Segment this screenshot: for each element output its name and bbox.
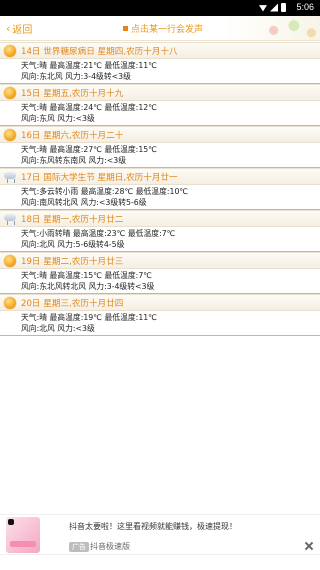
forecast-temps: 天气:多云转小雨 最高温度:28℃ 最低温度:10℃ [21, 186, 188, 197]
top-bar: ‹ 返回 点击某一行会发声 [0, 16, 320, 41]
weather-text: 天气:多云转小雨 [21, 187, 79, 196]
forecast-wind: 风向:南风转北风 风力:<3级转5-6级 [21, 198, 147, 207]
status-icons [259, 3, 286, 12]
forecast-date: 15日 星期五,农历十月十九 [21, 89, 124, 99]
ad-text: 抖音太要啦！这里看视频就能赚钱，极速提现！ [69, 522, 237, 531]
sun-icon [4, 45, 16, 57]
sun-icon [4, 255, 16, 267]
forecast-date: 19日 星期二,农历十月廿三 [21, 257, 124, 267]
back-button[interactable]: ‹ 返回 [6, 21, 32, 36]
forecast-row[interactable]: 15日 星期五,农历十月十九 天气:晴 最高温度:24℃ 最低温度:12℃ 风向… [0, 84, 320, 126]
ad-thumbnail [6, 517, 40, 553]
forecast-row[interactable]: 17日 国际大学生节 星期日,农历十月廿一 天气:多云转小雨 最高温度:28℃ … [0, 168, 320, 210]
ad-thumbnail-bar [10, 541, 36, 547]
ad-banner[interactable]: 抖音太要啦！这里看视频就能赚钱，极速提现！ 广告 抖音极速版 [0, 514, 320, 555]
forecast-wind: 风向:东北风 风力:3-4级转<3级 [21, 72, 131, 81]
forecast-temps: 天气:小雨转晴 最高温度:23℃ 最低温度:7℃ [21, 228, 175, 239]
forecast-list: 14日 世界糖尿病日 星期四,农历十月十八 天气:晴 最高温度:21℃ 最低温度… [0, 42, 320, 336]
forecast-date: 14日 世界糖尿病日 星期四,农历十月十八 [21, 47, 178, 57]
forecast-row[interactable]: 18日 星期一,农历十月廿二 天气:小雨转晴 最高温度:23℃ 最低温度:7℃ … [0, 210, 320, 252]
max-temp: 最高温度:24℃ [49, 103, 103, 112]
forecast-row[interactable]: 14日 世界糖尿病日 星期四,农历十月十八 天气:晴 最高温度:21℃ 最低温度… [0, 42, 320, 84]
weather-text: 天气:晴 [21, 271, 48, 280]
sun-icon [4, 129, 16, 141]
forecast-date: 18日 星期一,农历十月廿二 [21, 215, 124, 225]
wifi-icon [259, 5, 267, 12]
max-temp: 最高温度:28℃ [80, 187, 134, 196]
forecast-temps: 天气:晴 最高温度:24℃ 最低温度:12℃ [21, 102, 157, 113]
max-temp: 最高温度:19℃ [49, 313, 103, 322]
min-temp: 最低温度:11℃ [104, 61, 158, 70]
max-temp: 最高温度:23℃ [72, 229, 126, 238]
min-temp: 最低温度:10℃ [135, 187, 189, 196]
forecast-wind: 风向:北风 风力:5-6级转4-5级 [21, 240, 125, 249]
weather-text: 天气:晴 [21, 313, 48, 322]
close-icon[interactable] [304, 541, 314, 551]
sun-icon [4, 297, 16, 309]
status-time: 5:06 [296, 2, 314, 12]
forecast-temps: 天气:晴 最高温度:21℃ 最低温度:11℃ [21, 60, 157, 71]
forecast-temps: 天气:晴 最高温度:27℃ 最低温度:15℃ [21, 144, 157, 155]
app-logo-icon [8, 519, 14, 525]
sun-icon [4, 87, 16, 99]
min-temp: 最低温度:7℃ [104, 271, 153, 280]
tap-hint-text: 点击某一行会发声 [131, 25, 204, 35]
decorative-banner [262, 16, 320, 40]
battery-icon [281, 3, 286, 12]
weather-text: 天气:晴 [21, 145, 48, 154]
forecast-date: 17日 国际大学生节 星期日,农历十月廿一 [21, 173, 178, 183]
status-bar: 5:06 [0, 0, 320, 16]
bottom-bar [0, 554, 320, 570]
forecast-temps: 天气:晴 最高温度:19℃ 最低温度:11℃ [21, 312, 157, 323]
rain-icon [4, 171, 16, 183]
weather-text: 天气:晴 [21, 103, 48, 112]
weather-text: 天气:小雨转晴 [21, 229, 71, 238]
ad-source: 抖音极速版 [90, 542, 130, 551]
min-temp: 最低温度:15℃ [104, 145, 158, 154]
forecast-date: 16日 星期六,农历十月二十 [21, 131, 124, 141]
max-temp: 最高温度:27℃ [49, 145, 103, 154]
forecast-wind: 风向:东风 风力:<3级 [21, 114, 95, 123]
weather-text: 天气:晴 [21, 61, 48, 70]
min-temp: 最低温度:12℃ [104, 103, 158, 112]
ad-tag: 广告 [69, 542, 89, 552]
forecast-row[interactable]: 20日 星期三,农历十月廿四 天气:晴 最高温度:19℃ 最低温度:11℃ 风向… [0, 294, 320, 336]
forecast-row[interactable]: 19日 星期二,农历十月廿三 天气:晴 最高温度:15℃ 最低温度:7℃ 风向:… [0, 252, 320, 294]
forecast-wind: 风向:北风 风力:<3级 [21, 324, 95, 333]
bullet-icon [123, 26, 128, 31]
rain-icon [4, 213, 16, 225]
forecast-wind: 风向:东北风转北风 风力:3-4级转<3级 [21, 282, 155, 291]
max-temp: 最高温度:21℃ [49, 61, 103, 70]
forecast-row[interactable]: 16日 星期六,农历十月二十 天气:晴 最高温度:27℃ 最低温度:15℃ 风向… [0, 126, 320, 168]
forecast-date: 20日 星期三,农历十月廿四 [21, 299, 124, 309]
signal-icon [270, 3, 278, 12]
forecast-wind: 风向:东风转东南风 风力:<3级 [21, 156, 126, 165]
back-label: 返回 [12, 25, 33, 36]
min-temp: 最低温度:11℃ [104, 313, 158, 322]
chevron-left-icon: ‹ [6, 22, 11, 35]
min-temp: 最低温度:7℃ [127, 229, 176, 238]
max-temp: 最高温度:15℃ [49, 271, 103, 280]
tap-hint: 点击某一行会发声 [123, 22, 203, 35]
forecast-temps: 天气:晴 最高温度:15℃ 最低温度:7℃ [21, 270, 152, 281]
